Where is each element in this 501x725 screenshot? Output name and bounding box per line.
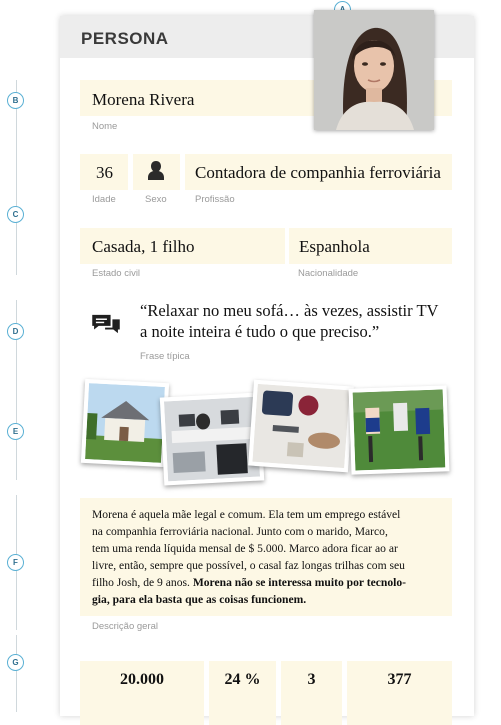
photo-hockey: [348, 385, 450, 475]
stat-value: 377: [347, 661, 452, 725]
stat-value: 3: [281, 661, 342, 725]
age-caption: Idade: [92, 194, 116, 205]
hockey-image: [352, 389, 446, 471]
description-emphasis: gia, para ela basta que as coisas funcio…: [92, 593, 307, 606]
nationality-field: Espanhola: [289, 228, 452, 264]
description-emphasis: Morena não se interessa muito por tecnol…: [192, 576, 406, 589]
quote-caption: Frase típica: [140, 351, 190, 362]
stat-value: 20.000: [80, 661, 204, 725]
description-line: livre, então, sempre que possível, o cas…: [92, 559, 405, 572]
stat-value: 24 %: [209, 661, 276, 725]
age-field: 36: [80, 154, 128, 190]
photo-house: [80, 378, 170, 468]
portrait-image: [314, 10, 434, 130]
sex-field: [133, 154, 180, 190]
speech-bubbles-icon: [92, 314, 120, 334]
photo-accessories: [248, 379, 354, 473]
description-caption: Descrição geral: [92, 621, 158, 632]
quote-line: “Relaxar no meu sofá… às vezes, assistir…: [140, 301, 439, 320]
rail-segment: [16, 80, 17, 275]
marker-c: C: [7, 206, 24, 223]
page-title: PERSONA: [81, 29, 169, 48]
persona-photo: [314, 10, 434, 130]
profession-caption: Profissão: [195, 194, 235, 205]
civil-status-caption: Estado civil: [92, 268, 141, 279]
sex-caption: Sexo: [145, 194, 167, 205]
description-box: Morena é aquela mãe legal e comum. Ela t…: [80, 498, 452, 616]
rail-segment: [16, 300, 17, 380]
office-image: [163, 396, 261, 482]
photo-office: [159, 392, 265, 486]
person-silhouette-icon: [148, 161, 164, 180]
marker-d: D: [7, 323, 24, 340]
civil-status-field: Casada, 1 filho: [80, 228, 285, 264]
quote-text: “Relaxar no meu sofá… às vezes, assistir…: [140, 300, 460, 342]
marker-e: E: [7, 423, 24, 440]
house-image: [85, 383, 165, 463]
nationality-caption: Nacionalidade: [298, 268, 359, 279]
description-line: tem uma renda líquida mensal de $ 5.000.…: [92, 542, 398, 555]
name-caption: Nome: [92, 121, 118, 132]
profession-field: Contadora de companhia ferroviária: [185, 154, 452, 190]
description-line: na companhia ferroviária nacional. Junto…: [92, 525, 388, 538]
marker-g: G: [7, 654, 24, 671]
accessories-image: [252, 383, 350, 469]
description-line: filho Josh, de 9 anos.: [92, 576, 190, 589]
quote-line: a noite inteira é tudo o que preciso.”: [140, 322, 380, 341]
description-line: Morena é aquela mãe legal e comum. Ela t…: [92, 508, 401, 521]
marker-f: F: [7, 554, 24, 571]
marker-b: B: [7, 92, 24, 109]
rail-segment: [16, 635, 17, 712]
